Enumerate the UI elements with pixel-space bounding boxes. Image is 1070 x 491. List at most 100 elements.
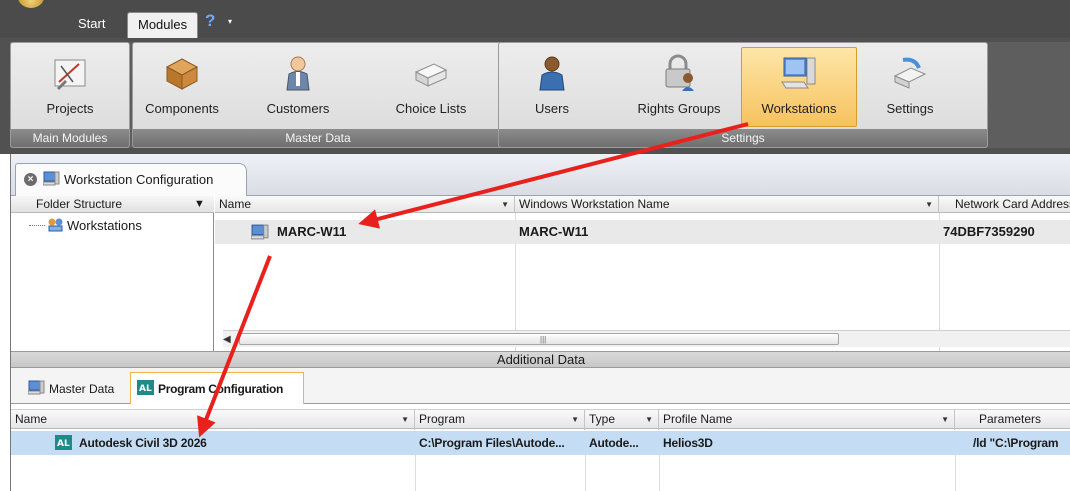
filter-dropdown-icon[interactable]: ▼	[645, 410, 653, 429]
pin-icon[interactable]: ▼	[194, 196, 205, 213]
filter-dropdown-icon[interactable]: ▼	[925, 196, 933, 213]
workstation-icon	[781, 57, 816, 89]
column-header-profile-name[interactable]: Profile Name ▼	[659, 410, 955, 430]
tree-node-label: Workstations	[67, 218, 142, 233]
filter-dropdown-icon[interactable]: ▼	[571, 410, 579, 429]
ribbon-panel: Projects Main Modules Components Custome…	[10, 42, 1070, 148]
column-header-windows-name[interactable]: Windows Workstation Name ▼	[515, 196, 939, 213]
workstations-button[interactable]: Workstations	[741, 47, 857, 127]
lock-group-icon	[665, 54, 694, 91]
folder-structure-header: Folder Structure ▼	[11, 196, 214, 213]
column-header-name[interactable]: Name ▼	[215, 196, 515, 213]
table-row[interactable]: AL Autodesk Civil 3D 2026 C:\Program Fil…	[11, 431, 1070, 455]
users-label: Users	[535, 101, 569, 116]
workstation-grid: Name ▼ Windows Workstation Name ▼ Networ…	[215, 196, 1070, 368]
workstation-icon	[251, 224, 269, 240]
application-orb[interactable]	[18, 0, 44, 8]
document-tab-label: Workstation Configuration	[64, 172, 214, 187]
scrollbar-thumb[interactable]: |||	[239, 333, 839, 345]
ribbon: Projects Main Modules Components Custome…	[0, 38, 1070, 154]
tab-label: Program Configuration	[158, 382, 284, 396]
folder-structure-pane: Folder Structure ▼ Workstations	[11, 196, 214, 351]
users-icon	[539, 56, 565, 91]
settings-icon	[893, 57, 927, 89]
tab-start[interactable]: Start	[68, 12, 115, 38]
rights-groups-label: Rights Groups	[637, 101, 721, 116]
workstation-grid-header: Name ▼ Windows Workstation Name ▼ Networ…	[215, 196, 1070, 213]
group-label-settings: Settings	[499, 129, 987, 147]
cell-name: MARC-W11	[277, 224, 347, 239]
grid-divider	[585, 455, 586, 491]
cell-windows-name: MARC-W11	[519, 224, 589, 239]
box-icon	[165, 58, 199, 90]
horizontal-scrollbar[interactable]: ◀ |||	[223, 330, 1070, 347]
grid-divider	[955, 455, 956, 491]
group-label-master-data: Master Data	[133, 129, 503, 147]
column-header-label: Program	[419, 412, 466, 426]
column-header-label: Type	[589, 412, 616, 426]
tab-program-configuration[interactable]: AL Program Configuration	[130, 372, 304, 404]
tab-modules[interactable]: Modules	[127, 12, 199, 38]
ribbon-group-main-modules: Projects Main Modules	[10, 42, 130, 148]
person-icon	[286, 56, 310, 91]
table-row[interactable]: MARC-W11 MARC-W11 74DBF7359290	[215, 220, 1070, 244]
cell-network-card: 74DBF7359290	[943, 224, 1035, 239]
cell-program: C:\Program Files\Autode...	[419, 436, 565, 450]
column-header-label: Name	[219, 197, 252, 211]
program-icon: AL	[137, 380, 154, 395]
column-header-type[interactable]: Type ▼	[585, 410, 659, 430]
tab-label: Master Data	[49, 382, 115, 396]
cell-profile-name: Helios3D	[663, 436, 713, 450]
quick-access-dropdown-icon[interactable]: ▾	[228, 17, 232, 26]
projects-icon	[54, 59, 86, 90]
additional-data-header: Additional Data	[11, 351, 1070, 368]
column-header-label: Network Card Address	[955, 197, 1070, 211]
svg-text:AL: AL	[139, 384, 152, 394]
settings-button[interactable]: Settings	[871, 47, 949, 127]
column-header-label: Parameters	[979, 412, 1042, 426]
workstation-group-icon	[48, 218, 63, 232]
grid-divider	[415, 455, 416, 491]
workstation-icon	[43, 171, 60, 186]
program-grid: Name ▼ Program ▼ Type ▼ Profile Name ▼ P…	[11, 404, 1070, 491]
column-header-parameters[interactable]: Parameters	[955, 410, 1070, 430]
folder-structure-title: Folder Structure	[36, 197, 123, 211]
tree-connector	[29, 225, 45, 226]
additional-data-tab-bar: Master Data AL Program Configuration	[11, 368, 1070, 404]
scroll-left-icon[interactable]: ◀	[223, 334, 231, 345]
column-header-label: Profile Name	[663, 412, 733, 426]
column-header-name[interactable]: Name ▼	[11, 410, 415, 430]
list-box-icon	[414, 63, 448, 87]
workstation-icon	[28, 380, 45, 395]
program-icon: AL	[55, 435, 72, 450]
components-button[interactable]: Components	[139, 47, 225, 127]
workstations-label: Workstations	[761, 101, 837, 116]
filter-dropdown-icon[interactable]: ▼	[401, 410, 409, 429]
column-header-program[interactable]: Program ▼	[415, 410, 585, 430]
ribbon-group-master-data: Components Customers Choice Lists Master	[132, 42, 504, 148]
choice-lists-label: Choice Lists	[395, 101, 467, 116]
projects-button[interactable]: Projects	[31, 47, 109, 127]
projects-label: Projects	[46, 101, 94, 116]
close-icon[interactable]: ×	[24, 173, 37, 186]
column-header-network-card[interactable]: Network Card Address	[939, 196, 1070, 213]
tab-master-data[interactable]: Master Data	[21, 372, 129, 404]
customers-label: Customers	[266, 101, 330, 116]
program-grid-header: Name ▼ Program ▼ Type ▼ Profile Name ▼ P…	[11, 409, 1070, 430]
components-label: Components	[145, 101, 219, 116]
choice-lists-button[interactable]: Choice Lists	[383, 47, 479, 127]
filter-dropdown-icon[interactable]: ▼	[501, 196, 509, 213]
document-area: × Workstation Configuration Folder Struc…	[10, 154, 1070, 491]
cell-name: Autodesk Civil 3D 2026	[79, 436, 207, 450]
document-tab-bar: × Workstation Configuration	[11, 154, 1070, 196]
filter-dropdown-icon[interactable]: ▼	[941, 410, 949, 429]
help-icon[interactable]: ?	[205, 11, 215, 31]
grid-divider	[659, 455, 660, 491]
settings-label: Settings	[886, 101, 934, 116]
users-button[interactable]: Users	[513, 47, 591, 127]
tab-workstation-configuration[interactable]: × Workstation Configuration	[15, 163, 247, 196]
customers-button[interactable]: Customers	[259, 47, 337, 127]
column-header-label: Name	[15, 412, 48, 426]
column-header-label: Windows Workstation Name	[519, 197, 670, 211]
rights-groups-button[interactable]: Rights Groups	[627, 47, 731, 127]
